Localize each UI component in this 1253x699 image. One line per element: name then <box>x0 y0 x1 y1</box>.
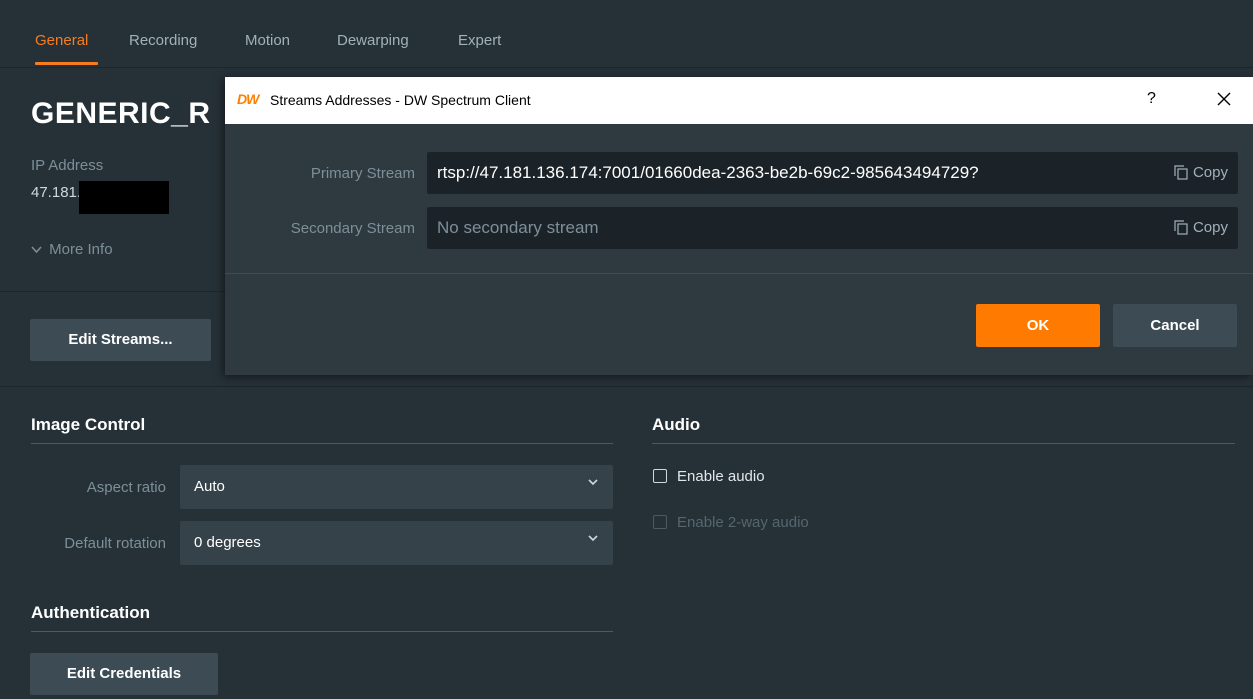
dialog-separator <box>225 273 1253 274</box>
copy-icon <box>1174 220 1188 235</box>
camera-name: GENERIC_R <box>31 97 211 130</box>
edit-streams-button[interactable]: Edit Streams... <box>30 319 211 361</box>
enable-audio-label: Enable audio <box>677 468 765 485</box>
redaction-box <box>79 181 169 214</box>
ok-button[interactable]: OK <box>976 304 1100 347</box>
edit-credentials-button[interactable]: Edit Credentials <box>30 653 218 695</box>
ip-address-label: IP Address <box>31 157 104 174</box>
secondary-stream-field[interactable]: No secondary stream Copy <box>427 207 1238 249</box>
tab-expert[interactable]: Expert <box>458 32 501 49</box>
authentication-title: Authentication <box>31 603 150 622</box>
dialog-title: Streams Addresses - DW Spectrum Client <box>270 92 531 108</box>
copy-label: Copy <box>1192 219 1228 236</box>
dialog-titlebar: DW Streams Addresses - DW Spectrum Clien… <box>225 77 1253 124</box>
divider <box>0 386 1253 387</box>
aspect-ratio-value: Auto <box>194 478 225 495</box>
active-tab-indicator <box>35 62 98 65</box>
enable-2way-audio-checkbox: Enable 2-way audio <box>653 514 809 531</box>
checkbox-icon <box>653 469 667 483</box>
more-info-label: More Info <box>49 241 113 258</box>
divider <box>0 291 225 292</box>
default-rotation-label: Default rotation <box>64 535 166 552</box>
enable-audio-checkbox[interactable]: Enable audio <box>653 468 765 485</box>
close-icon[interactable] <box>1215 90 1233 108</box>
default-rotation-value: 0 degrees <box>194 534 261 551</box>
help-button[interactable]: ? <box>1147 90 1156 108</box>
copy-secondary-button[interactable]: Copy <box>1167 219 1228 236</box>
aspect-ratio-select[interactable]: Auto <box>180 465 613 509</box>
tab-general[interactable]: General <box>35 32 88 49</box>
cancel-button[interactable]: Cancel <box>1113 304 1237 347</box>
default-rotation-select[interactable]: 0 degrees <box>180 521 613 565</box>
chevron-down-icon <box>588 535 598 542</box>
more-info-toggle[interactable]: More Info <box>31 241 113 258</box>
primary-stream-label: Primary Stream <box>310 165 415 182</box>
secondary-stream-label: Secondary Stream <box>290 220 415 237</box>
primary-stream-value: rtsp://47.181.136.174:7001/01660dea-2363… <box>437 163 979 182</box>
audio-title: Audio <box>652 415 701 434</box>
copy-primary-button[interactable]: Copy <box>1167 164 1228 181</box>
enable-2way-audio-label: Enable 2-way audio <box>677 514 809 531</box>
top-tab-bar: General Recording Motion Dewarping Exper… <box>0 0 1253 68</box>
tab-motion[interactable]: Motion <box>245 32 290 49</box>
streams-addresses-dialog: DW Streams Addresses - DW Spectrum Clien… <box>225 77 1253 375</box>
section-divider <box>652 443 1235 444</box>
tab-recording[interactable]: Recording <box>129 32 197 49</box>
dw-logo: DW <box>237 91 259 107</box>
image-control-title: Image Control <box>31 415 146 434</box>
tab-dewarping[interactable]: Dewarping <box>337 32 409 49</box>
secondary-stream-value: No secondary stream <box>437 218 599 237</box>
aspect-ratio-label: Aspect ratio <box>86 479 166 496</box>
section-divider <box>31 631 613 632</box>
checkbox-icon <box>653 515 667 529</box>
copy-label: Copy <box>1192 164 1228 181</box>
chevron-down-icon <box>31 241 45 258</box>
copy-icon <box>1174 165 1188 180</box>
section-divider <box>31 443 613 444</box>
primary-stream-field[interactable]: rtsp://47.181.136.174:7001/01660dea-2363… <box>427 152 1238 194</box>
ip-address-value: 47.181. <box>31 184 82 201</box>
chevron-down-icon <box>588 479 598 486</box>
